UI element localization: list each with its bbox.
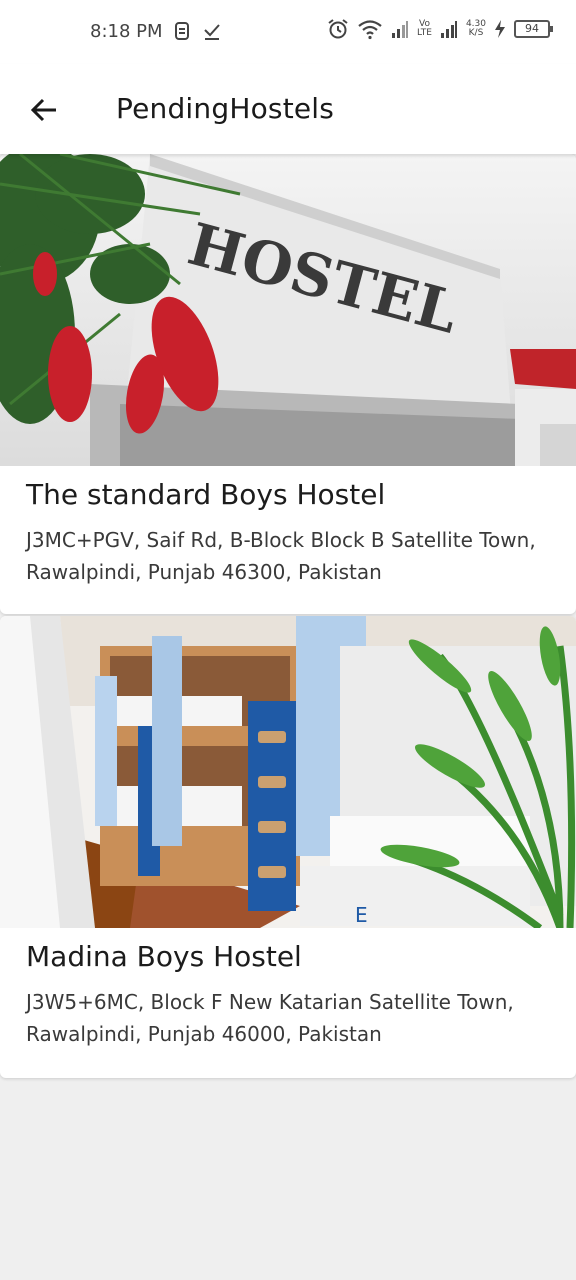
status-icons: Vo LTE 4.30 K/S 94 [327,18,553,40]
hostel-name: Madina Boys Hostel [26,940,302,973]
status-bar: 8:18 PM Vo LTE 4.30 K/S 94 [0,0,576,64]
app-bar: PendingHostels [0,64,576,154]
status-time: 8:18 PM [90,21,163,42]
charging-icon [495,20,505,38]
network-speed: 4.30 K/S [465,19,486,38]
volte-label: Vo LTE [416,19,432,38]
hostel-card[interactable]: HOSTEL The standard Boys Hostel J3MC+PGV… [0,154,576,614]
alarm-icon [328,19,348,39]
hostel-image: E [0,616,576,928]
page-title: PendingHostels [116,92,335,125]
back-button[interactable] [26,92,62,128]
arrow-left-icon [30,98,56,122]
signal-icon [391,21,408,38]
download-done-icon [204,24,220,40]
svg-text:E: E [355,903,368,927]
sim-icon [175,22,189,40]
hostel-card[interactable]: E Madina Boys Hostel J3W5+6MC, Block F N… [0,616,576,1078]
battery-indicator: 94 [514,20,553,38]
hostel-address: J3MC+PGV, Saif Rd, B-Block Block B Satel… [26,528,536,584]
hostel-address: J3W5+6MC, Block F New Katarian Satellite… [26,990,514,1046]
wifi-icon [358,20,382,40]
signal-icon [440,21,457,38]
hostel-image: HOSTEL [0,154,576,466]
hostel-name: The standard Boys Hostel [26,478,386,511]
